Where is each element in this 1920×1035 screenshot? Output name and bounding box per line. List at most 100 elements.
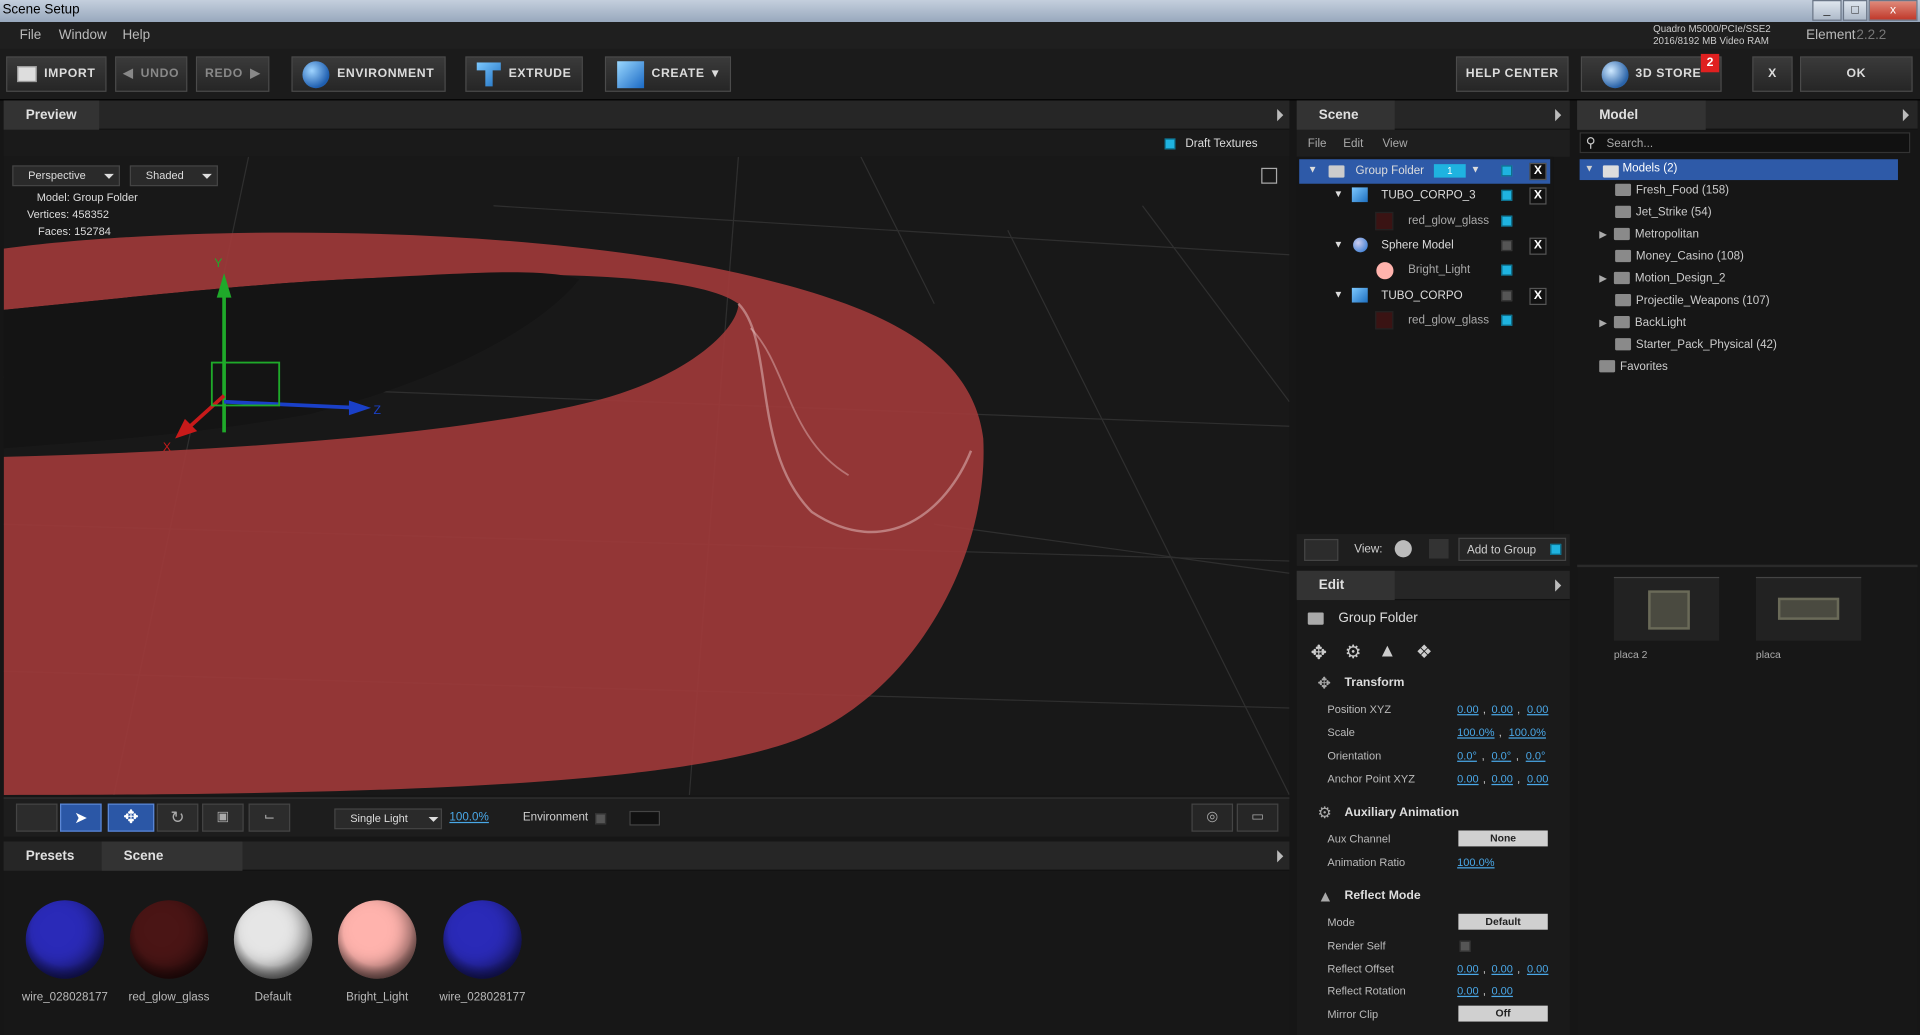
environment-button[interactable]: ENVIRONMENT [291, 56, 446, 92]
environment-checkbox[interactable] [595, 813, 607, 825]
panel-collapse-arrow-icon[interactable] [1555, 579, 1562, 592]
delete-x-button[interactable]: X [1529, 287, 1547, 306]
tab-model-browser[interactable]: Model Browser [1577, 100, 1706, 152]
reflect-offset-x[interactable]: 0.00 [1457, 963, 1478, 975]
create-dropdown-button[interactable]: CREATE ▾ [604, 56, 732, 92]
anchor-y[interactable]: 0.00 [1491, 773, 1512, 785]
delete-x-button[interactable]: X [1529, 187, 1547, 205]
scale-y[interactable]: 100.0% [1509, 726, 1546, 738]
visibility-checkbox[interactable] [1501, 165, 1513, 177]
menu-help[interactable]: Help [122, 28, 150, 43]
view-scatter-icon[interactable] [1428, 538, 1449, 559]
reflect-offset-z[interactable]: 0.00 [1527, 963, 1548, 975]
material-sphere[interactable] [25, 900, 105, 979]
material-sphere[interactable] [443, 900, 522, 979]
tab-preview[interactable]: Preview [3, 100, 99, 130]
visibility-checkbox[interactable] [1501, 314, 1513, 326]
rotate-tool-icon[interactable]: ↻ [156, 803, 199, 832]
tree-item-folder[interactable]: Money_Casino (108) [1599, 250, 1744, 263]
scale-tool-icon[interactable]: ▣ [202, 803, 244, 832]
visibility-checkbox[interactable] [1501, 240, 1513, 252]
tree-item-folder[interactable]: Jet_Strike (54) [1599, 206, 1712, 219]
delete-x-button[interactable]: X [1529, 162, 1547, 181]
tab-scene-materials[interactable]: Scene Materials [101, 841, 243, 893]
cancel-x-button[interactable]: X [1752, 56, 1793, 92]
visibility-checkbox[interactable] [1501, 189, 1513, 201]
tree-item-folder[interactable]: Projectile_Weapons (107) [1599, 294, 1770, 307]
new-folder-icon[interactable] [1304, 538, 1339, 562]
reflect-rotation-y[interactable]: 0.00 [1491, 985, 1512, 997]
scene-row-group-folder[interactable]: ▼ Group Folder 1 ▼ X [1299, 159, 1551, 184]
orientation-y[interactable]: 0.0° [1491, 750, 1511, 762]
tab-presets[interactable]: Presets [3, 841, 102, 871]
position-y[interactable]: 0.00 [1491, 703, 1512, 715]
light-intensity-value[interactable]: 100.0% [449, 811, 488, 824]
shading-dropdown[interactable]: Shaded [129, 165, 218, 187]
import-button[interactable]: IMPORT [6, 56, 107, 92]
group-number-field[interactable]: 1 [1433, 164, 1466, 178]
anchor-z[interactable]: 0.00 [1527, 773, 1548, 785]
transform-tab-icon[interactable]: ✥ [1305, 641, 1332, 665]
tree-item-folder[interactable]: Starter_Pack_Physical (42) [1599, 338, 1777, 352]
tab-edit[interactable]: Edit [1296, 570, 1395, 601]
mirror-clip-button[interactable]: Off [1458, 1005, 1548, 1022]
scene-row-red-glow-glass[interactable]: red_glow_glass [1299, 209, 1550, 233]
panel-collapse-arrow-icon[interactable] [1277, 109, 1284, 122]
tree-item-favorites[interactable]: Favorites [1599, 360, 1668, 374]
scene-menu-view[interactable]: View [1382, 137, 1407, 150]
redo-button[interactable]: REDO ▶ [195, 56, 270, 92]
tree-item-folder[interactable]: ▶ Motion_Design_2 [1599, 272, 1725, 285]
tab-scene[interactable]: Scene [1296, 100, 1395, 130]
delete-x-button[interactable]: X [1529, 237, 1547, 255]
target-icon[interactable]: ◎ [1191, 803, 1234, 832]
select-arrow-icon[interactable]: ➤ [60, 803, 102, 832]
reflect-mode-button[interactable]: Default [1458, 913, 1548, 930]
draft-textures-checkbox[interactable] [1164, 138, 1176, 150]
orientation-x[interactable]: 0.0° [1457, 750, 1477, 762]
tree-item-folder[interactable]: ▶ Metropolitan [1599, 228, 1699, 241]
maximize-button[interactable]: □ [1842, 0, 1868, 21]
scene-row-tubo-corpo[interactable]: ▼ TUBO_CORPO X [1299, 284, 1550, 308]
ok-button[interactable]: OK [1800, 56, 1913, 92]
thumb-placa[interactable] [1755, 576, 1862, 641]
material-sphere[interactable] [233, 900, 313, 979]
material-sphere[interactable] [129, 900, 209, 979]
diamond-tab-icon[interactable]: ❖ [1411, 641, 1438, 665]
3d-viewport[interactable]: Y Z X Perspective Shaded Model: Group Fo… [3, 156, 1290, 795]
help-center-button[interactable]: HELP CENTER [1455, 56, 1569, 92]
monitor-icon[interactable]: ▭ [1236, 803, 1279, 832]
reflect-offset-y[interactable]: 0.00 [1491, 963, 1512, 975]
menu-file[interactable]: File [20, 28, 42, 43]
visibility-checkbox[interactable] [1501, 264, 1513, 276]
orientation-z[interactable]: 0.0° [1526, 750, 1546, 762]
tree-item-models[interactable]: ▼ Models (2) [1579, 159, 1898, 181]
tree-item-folder[interactable]: ▶ BackLight [1599, 316, 1686, 329]
maximize-viewport-icon[interactable] [1261, 167, 1278, 184]
scene-row-sphere-model[interactable]: ▼ Sphere Model X [1299, 234, 1550, 258]
scene-menu-file[interactable]: File [1308, 137, 1327, 150]
reflect-tab-icon[interactable]: ▲ [1374, 641, 1401, 665]
view-sphere-icon[interactable] [1394, 540, 1412, 558]
tree-item-folder[interactable]: Fresh_Food (158) [1599, 184, 1729, 197]
menu-window[interactable]: Window [59, 28, 107, 43]
position-x[interactable]: 0.00 [1457, 703, 1478, 715]
add-to-group-button[interactable]: Add to Group [1458, 537, 1567, 562]
visibility-checkbox[interactable] [1501, 215, 1513, 227]
undo-button[interactable]: ◀ UNDO [115, 56, 188, 92]
close-window-button[interactable]: x [1868, 0, 1918, 21]
material-sphere[interactable] [337, 900, 417, 979]
extrude-button[interactable]: EXTRUDE [465, 56, 583, 92]
anchor-x[interactable]: 0.00 [1457, 773, 1478, 785]
reflect-rotation-x[interactable]: 0.00 [1457, 985, 1478, 997]
visibility-checkbox[interactable] [1501, 290, 1513, 302]
scene-row-bright-light[interactable]: Bright_Light [1299, 258, 1550, 282]
scale-x[interactable]: 100.0% [1457, 726, 1494, 738]
panel-collapse-arrow-icon[interactable] [1555, 109, 1562, 122]
panel-collapse-arrow-icon[interactable] [1277, 850, 1284, 863]
axis-tool-icon[interactable]: ⌙ [248, 803, 291, 832]
environment-color-swatch[interactable] [629, 810, 661, 826]
minimize-button[interactable]: _ [1812, 0, 1842, 21]
panel-collapse-arrow-icon[interactable] [1902, 109, 1909, 122]
scene-row-red-glow-glass-2[interactable]: red_glow_glass [1299, 309, 1550, 333]
camera-tool-icon[interactable] [15, 803, 58, 832]
